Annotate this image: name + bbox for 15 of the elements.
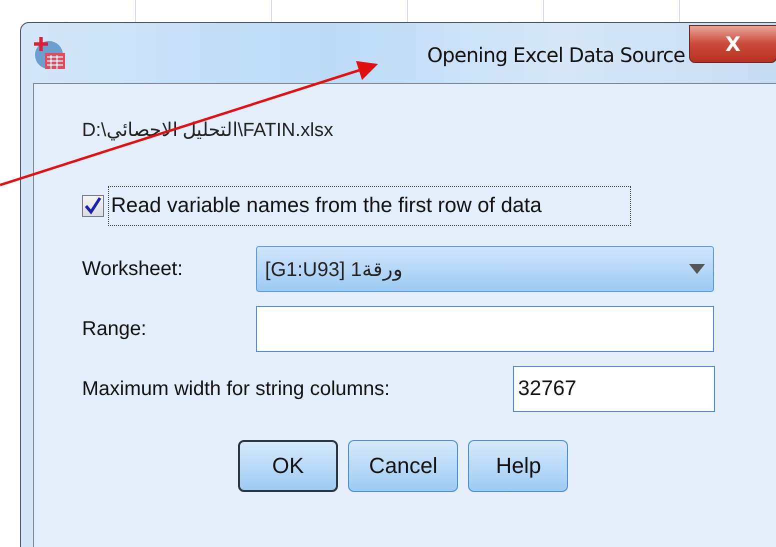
dialog-button[interactable]: Help [468,440,568,492]
checkbox[interactable] [82,195,104,217]
dialog-button[interactable]: OK [238,440,338,492]
max-width-field[interactable]: 32767 [513,366,715,412]
close-button[interactable]: X [689,25,776,63]
range-field[interactable] [256,306,714,352]
dialog-button[interactable]: Cancel [348,440,458,492]
range-label: Range: [82,318,148,340]
checkbox-label[interactable]: Read variable names from the first row of data [108,186,631,226]
max-width-label: Maximum width for string columns: [82,378,391,400]
worksheet-label: Worksheet: [82,258,184,280]
window-title: Opening Excel Data Source [427,43,685,67]
dropdown-arrow-icon [689,264,705,274]
worksheet-dropdown[interactable]: ورقة1 [G1:U93] [256,246,714,292]
spreadsheet-icon [33,35,67,71]
